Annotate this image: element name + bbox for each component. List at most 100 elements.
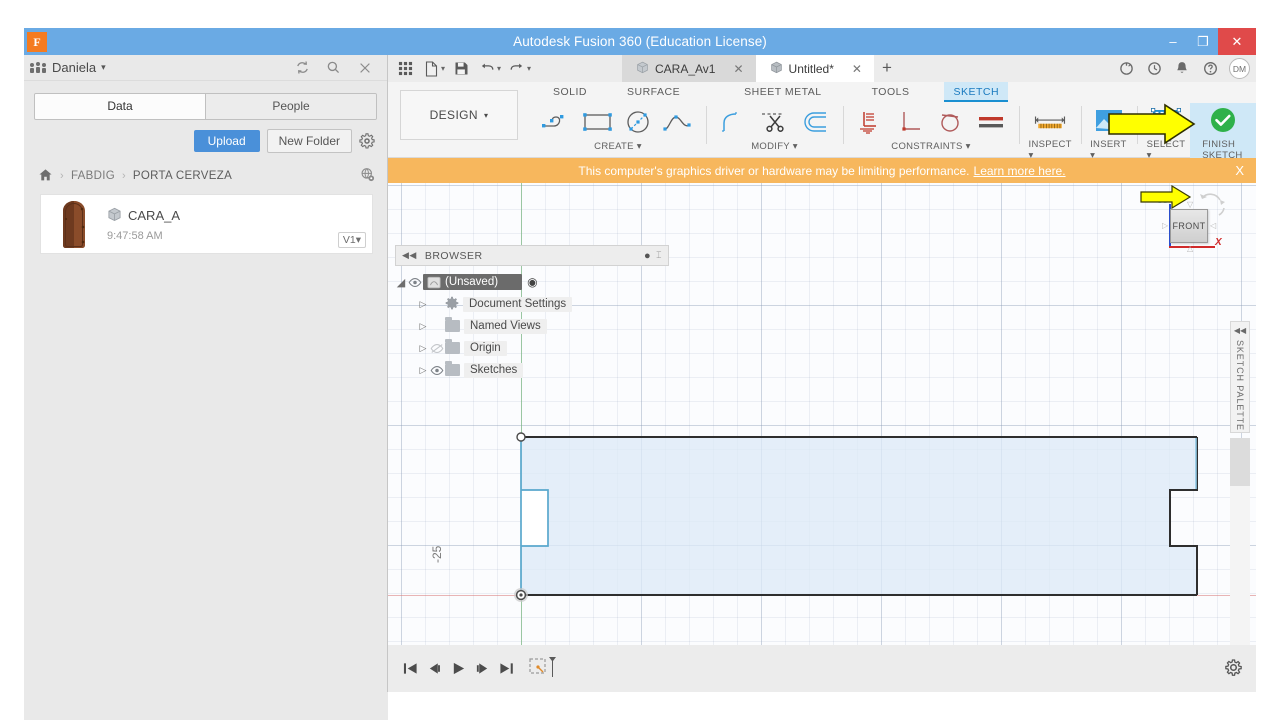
tree-item-document-settings[interactable]: ▷ Document Settings: [395, 293, 669, 315]
recent-icon[interactable]: [1141, 56, 1167, 82]
circle-icon[interactable]: [619, 104, 657, 140]
fillet-icon[interactable]: [716, 104, 754, 140]
step-forward-icon[interactable]: [470, 655, 494, 683]
user-name[interactable]: Daniela: [52, 60, 96, 75]
rectangle-icon[interactable]: [579, 104, 617, 140]
minimize-button[interactable]: –: [1158, 28, 1188, 55]
notifications-icon[interactable]: [1169, 56, 1195, 82]
window-title: Autodesk Fusion 360 (Education License): [513, 34, 767, 49]
annotation-arrow-finish-sketch: [1107, 103, 1197, 145]
sketch-feature-icon[interactable]: [528, 655, 558, 683]
eye-icon[interactable]: [429, 365, 445, 376]
trim-icon[interactable]: [756, 104, 794, 140]
view-cube-arrow-right[interactable]: ◁: [1210, 221, 1216, 230]
new-tab-button[interactable]: +: [874, 55, 900, 81]
tree-item-label: Origin: [464, 340, 507, 356]
expander-icon[interactable]: ◢: [395, 276, 407, 289]
tab-sheet-metal[interactable]: SHEET METAL: [735, 82, 830, 98]
panel-label-constraints[interactable]: CONSTRAINTS ▾: [891, 141, 970, 152]
radio-icon[interactable]: ◉: [527, 275, 537, 289]
expander-icon[interactable]: ▷: [417, 342, 429, 354]
window-controls: – ❐ ✕: [1158, 28, 1256, 55]
banner-learn-more-link[interactable]: Learn more here.: [974, 164, 1066, 178]
browser-tree: ◢ (Unsaved) ◉ ▷ Document Settings ▷ Name…: [395, 271, 669, 381]
refresh-icon[interactable]: [294, 59, 311, 76]
sketch-canvas[interactable]: -25 ◀◀ BROWSER ● ⌶ ◢ (Unsaved) ◉ ▷ Docum…: [388, 183, 1256, 692]
document-tab-cara-av1[interactable]: CARA_Av1 ✕: [622, 55, 756, 82]
perpendicular-icon[interactable]: [892, 104, 930, 140]
banner-close-icon[interactable]: X: [1235, 163, 1244, 178]
tab-surface[interactable]: SURFACE: [618, 82, 689, 98]
tree-item-origin[interactable]: ▷ Origin: [395, 337, 669, 359]
home-icon[interactable]: [38, 168, 53, 185]
help-icon[interactable]: [1197, 56, 1223, 82]
chevron-down-icon: ▾: [484, 110, 489, 120]
equal-icon[interactable]: [972, 104, 1010, 140]
close-button[interactable]: ✕: [1218, 28, 1256, 55]
browser-resize-icon[interactable]: ⌶: [656, 250, 662, 261]
breadcrumb-item-fabdig[interactable]: FABDIG: [71, 170, 115, 182]
tangent-icon[interactable]: [932, 104, 970, 140]
tab-solid[interactable]: SOLID: [544, 82, 596, 98]
offset-icon[interactable]: [796, 104, 834, 140]
canvas-scrollbar-thumb[interactable]: [1230, 438, 1250, 486]
tree-root-unsaved[interactable]: ◢ (Unsaved) ◉: [395, 271, 669, 293]
undo-caret-icon[interactable]: ▾: [497, 64, 501, 73]
go-to-end-icon[interactable]: [494, 655, 518, 683]
main-area: ▾ ▾ ▾ CARA_Av1 ✕ Untitled* ✕ + DM DESIGN…: [388, 55, 1257, 692]
measure-icon[interactable]: [1031, 103, 1069, 139]
tab-sketch[interactable]: SKETCH: [944, 82, 1009, 102]
file-menu-caret-icon[interactable]: ▾: [441, 64, 445, 73]
sketch-palette-tab[interactable]: ◀◀ SKETCH PALETTE: [1230, 321, 1250, 433]
line-icon[interactable]: [539, 104, 577, 140]
view-cube-arrow-down[interactable]: △: [1187, 244, 1193, 253]
document-tab-untitled[interactable]: Untitled* ✕: [755, 55, 874, 82]
redo-caret-icon[interactable]: ▾: [527, 64, 531, 73]
tab-people[interactable]: People: [205, 94, 376, 119]
tree-item-named-views[interactable]: ▷ Named Views: [395, 315, 669, 337]
breadcrumb-item-porta-cerveza[interactable]: PORTA CERVEZA: [133, 170, 232, 182]
quick-access-right-icons: DM: [1113, 56, 1256, 82]
tab-tools[interactable]: TOOLS: [863, 82, 919, 98]
expander-icon[interactable]: ▷: [417, 320, 429, 332]
avatar[interactable]: DM: [1229, 58, 1250, 79]
annotation-arrow-viewcube: [1140, 185, 1192, 209]
close-tab-icon[interactable]: ✕: [852, 62, 862, 76]
step-back-icon[interactable]: [422, 655, 446, 683]
expander-icon[interactable]: ▷: [417, 298, 429, 310]
tab-data[interactable]: Data: [35, 94, 205, 119]
finish-sketch-check-icon[interactable]: [1204, 103, 1242, 139]
data-panel-header: Daniela ▾: [24, 55, 387, 81]
panel-label-modify[interactable]: MODIFY ▾: [751, 141, 798, 152]
panel-label-create[interactable]: CREATE ▾: [594, 141, 642, 152]
upload-button[interactable]: Upload: [193, 130, 260, 152]
timeline-settings-gear-icon[interactable]: [1225, 658, 1242, 679]
ground-icon[interactable]: [852, 104, 890, 140]
gear-icon[interactable]: [359, 133, 375, 149]
file-card[interactable]: CARA_A 9:47:58 AM V1▾: [40, 194, 373, 254]
expander-icon[interactable]: ▷: [417, 364, 429, 376]
view-cube-rotate-icon[interactable]: [1198, 186, 1232, 220]
app-grid-icon[interactable]: [392, 56, 418, 82]
play-icon[interactable]: [446, 655, 470, 683]
globe-icon[interactable]: [360, 167, 375, 185]
sketch-palette-collapse-icon[interactable]: ◀◀: [1234, 326, 1246, 335]
restore-button[interactable]: ❐: [1188, 28, 1218, 55]
save-icon[interactable]: [448, 56, 474, 82]
search-icon[interactable]: [325, 59, 342, 76]
chevron-down-icon[interactable]: ▾: [101, 62, 106, 73]
view-cube-arrow-left[interactable]: ▷: [1162, 221, 1168, 230]
job-status-icon[interactable]: [1113, 56, 1139, 82]
file-version-selector[interactable]: V1▾: [337, 232, 366, 248]
eye-icon[interactable]: [429, 343, 445, 354]
new-folder-button[interactable]: New Folder: [266, 129, 352, 153]
close-panel-icon[interactable]: [356, 59, 373, 76]
tree-item-sketches[interactable]: ▷ Sketches: [395, 359, 669, 381]
workspace-switcher-button[interactable]: DESIGN ▾: [400, 90, 518, 140]
go-to-beginning-icon[interactable]: [398, 655, 422, 683]
spline-icon[interactable]: [659, 104, 697, 140]
browser-menu-icon[interactable]: ●: [644, 250, 651, 262]
eye-icon[interactable]: [407, 277, 423, 288]
close-tab-icon[interactable]: ✕: [733, 62, 743, 76]
browser-collapse-icon[interactable]: ◀◀: [402, 250, 417, 261]
